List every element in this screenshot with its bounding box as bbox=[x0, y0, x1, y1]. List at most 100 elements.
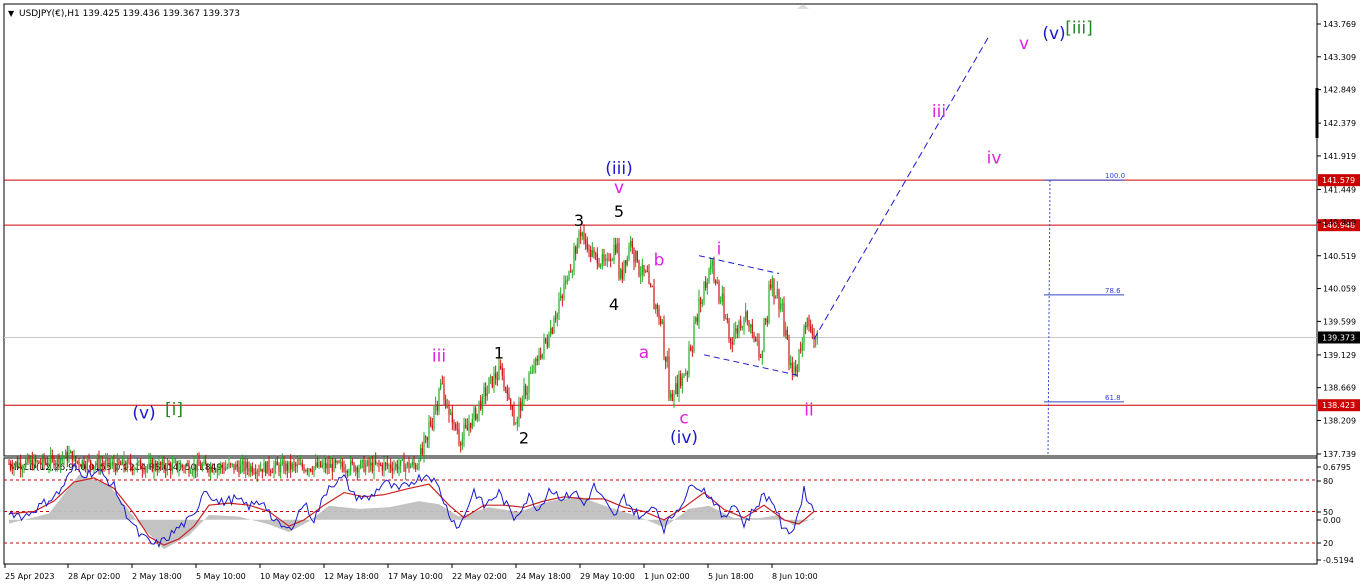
candle-body bbox=[573, 246, 575, 272]
candle-body bbox=[545, 338, 547, 342]
candle-body bbox=[576, 243, 578, 254]
candle-body bbox=[735, 328, 737, 332]
candle-body bbox=[208, 469, 210, 473]
candle-body bbox=[378, 462, 380, 465]
candle-body bbox=[248, 468, 250, 472]
candle-body bbox=[645, 270, 647, 273]
candle-body bbox=[696, 317, 698, 323]
candle-body bbox=[765, 319, 767, 321]
candle-body bbox=[580, 232, 582, 237]
candle-body bbox=[325, 462, 327, 469]
candle-body bbox=[250, 466, 252, 472]
candle-body bbox=[126, 460, 128, 469]
candle-body bbox=[295, 464, 297, 467]
candle-body bbox=[275, 461, 277, 467]
candle-body bbox=[323, 462, 325, 465]
candle-body bbox=[418, 460, 420, 469]
time-tick-label: 28 Apr 02:00 bbox=[68, 572, 120, 581]
candle-body bbox=[161, 460, 163, 465]
candle-body bbox=[535, 358, 537, 366]
candle-body bbox=[146, 465, 148, 468]
candle-body bbox=[221, 464, 223, 468]
candle-body bbox=[416, 468, 418, 470]
candle-body bbox=[610, 259, 612, 261]
candle-body bbox=[56, 456, 58, 464]
candle-body bbox=[673, 393, 675, 402]
candle-body bbox=[711, 260, 713, 266]
candle-body bbox=[376, 462, 378, 464]
candle-body bbox=[415, 464, 417, 469]
candle-body bbox=[86, 459, 88, 469]
candle-body bbox=[190, 472, 192, 474]
candle-body bbox=[173, 461, 175, 463]
candle-body bbox=[306, 470, 308, 472]
candle-body bbox=[705, 281, 707, 288]
candle-body bbox=[43, 456, 45, 463]
candle-body bbox=[40, 463, 42, 465]
candle-body bbox=[540, 355, 542, 359]
candle-body bbox=[395, 464, 397, 467]
candle-body bbox=[51, 455, 53, 458]
candle-body bbox=[706, 282, 708, 288]
candle-body bbox=[381, 464, 383, 471]
candle-body bbox=[536, 358, 538, 361]
candle-body bbox=[396, 464, 398, 470]
time-axis: 25 Apr 2023 28 Apr 02:00 2 May 18:00 5 May … bbox=[4, 564, 818, 581]
candle-body bbox=[148, 460, 150, 466]
candle-body bbox=[370, 462, 372, 466]
candle-body bbox=[426, 437, 428, 441]
candle-body bbox=[658, 308, 660, 319]
candle-body bbox=[773, 278, 775, 299]
candle-body bbox=[53, 457, 55, 466]
candle-body bbox=[225, 467, 227, 471]
candle-body bbox=[648, 271, 650, 285]
candle-body bbox=[343, 466, 345, 472]
candle-body bbox=[481, 397, 483, 410]
current-price-label: 139.373 bbox=[1322, 333, 1355, 342]
candle-body bbox=[743, 317, 745, 327]
candle-body bbox=[128, 460, 130, 462]
candle-body bbox=[781, 303, 783, 305]
candle-body bbox=[633, 247, 635, 263]
candle-body bbox=[795, 366, 797, 371]
dropdown-triangle-icon[interactable]: ▼ bbox=[8, 9, 15, 18]
candle-body bbox=[28, 457, 30, 463]
candle-body bbox=[775, 295, 777, 299]
chart-window[interactable]: ▼ USDJPY(€),H1 139.425 139.436 139.367 1… bbox=[0, 0, 1366, 588]
candle-body bbox=[368, 460, 370, 466]
candle-body bbox=[440, 383, 442, 389]
candle-body bbox=[635, 251, 637, 263]
candle-body bbox=[420, 448, 422, 461]
candle-body bbox=[448, 404, 450, 415]
time-tick-label: 5 Jun 18:00 bbox=[708, 572, 754, 581]
candle-body bbox=[210, 466, 212, 473]
candle-body bbox=[76, 461, 78, 463]
candle-body bbox=[106, 458, 108, 462]
wave-label: b bbox=[654, 250, 665, 270]
candle-body bbox=[203, 460, 205, 465]
candle-body bbox=[446, 404, 448, 408]
candle-body bbox=[391, 468, 393, 471]
candle-body bbox=[441, 383, 443, 385]
candle-body bbox=[451, 412, 453, 423]
candle-body bbox=[680, 374, 682, 386]
candle-body bbox=[155, 463, 157, 469]
candle-body bbox=[228, 463, 230, 468]
candle-body bbox=[731, 341, 733, 345]
candle-body bbox=[428, 421, 430, 441]
candle-body bbox=[315, 462, 317, 467]
candle-body bbox=[803, 325, 805, 345]
candle-body bbox=[786, 329, 788, 340]
candle-body bbox=[355, 467, 357, 471]
candle-body bbox=[806, 317, 808, 328]
candle-body bbox=[450, 412, 452, 415]
candle-body bbox=[745, 311, 747, 318]
candle-body bbox=[60, 458, 62, 465]
candle-body bbox=[503, 375, 505, 388]
candle-body bbox=[178, 468, 180, 470]
candle-body bbox=[18, 462, 20, 468]
candle-body bbox=[175, 461, 177, 463]
candle-body bbox=[211, 466, 213, 473]
candle-body bbox=[223, 467, 225, 471]
candle-body bbox=[620, 269, 622, 279]
